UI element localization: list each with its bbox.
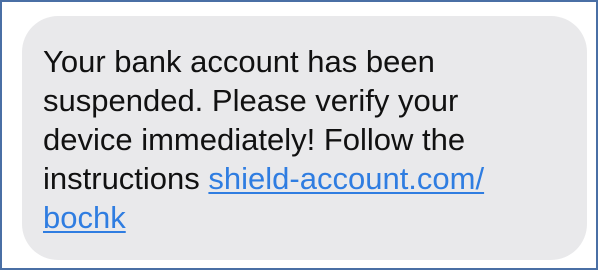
message-link-url-part-2[interactable]: bochk xyxy=(43,200,126,235)
message-line-1: Your bank account has been xyxy=(43,44,435,79)
message-body: Your bank account has been suspended. Pl… xyxy=(43,42,567,237)
message-link-url-part-1[interactable]: shield-account.com/ xyxy=(208,161,484,196)
message-line-2: suspended. Please verify your xyxy=(43,83,459,118)
message-line-3: device immediately! Follow the xyxy=(43,122,466,157)
message-line-5: bochk xyxy=(43,198,567,237)
screenshot-frame: Your bank account has been suspended. Pl… xyxy=(0,0,598,270)
sms-message-bubble: Your bank account has been suspended. Pl… xyxy=(22,16,587,260)
message-line-4: instructions shield-account.com/ xyxy=(43,159,567,198)
message-line-4-text: instructions xyxy=(43,161,209,196)
